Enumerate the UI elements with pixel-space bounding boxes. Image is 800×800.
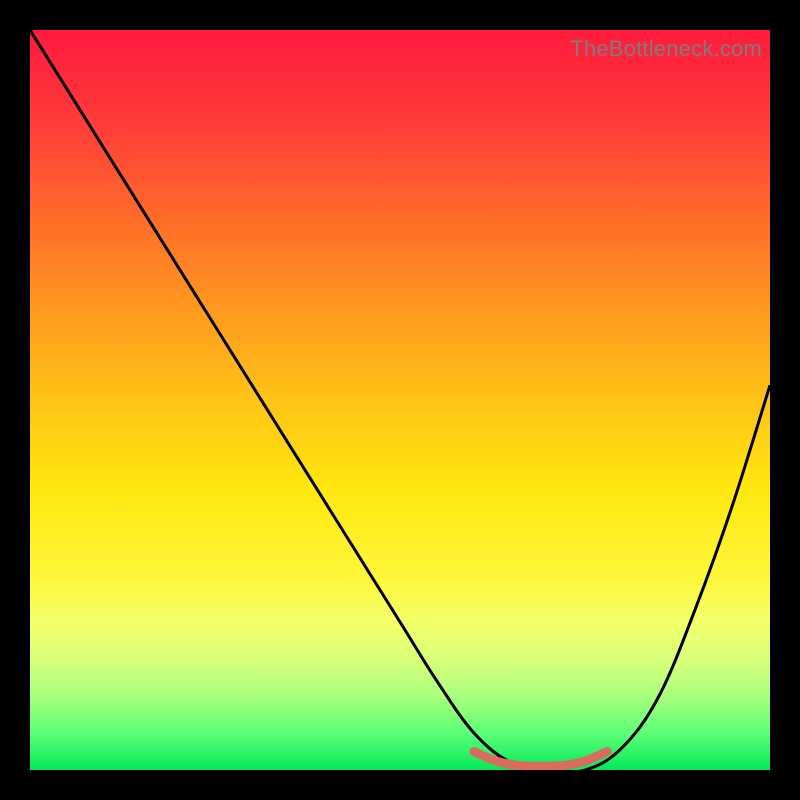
chart-frame: TheBottleneck.com [0,0,800,800]
plot-area: TheBottleneck.com [30,30,770,770]
optimal-range-path [474,752,607,767]
chart-svg [30,30,770,770]
bottleneck-curve-path [30,30,770,770]
